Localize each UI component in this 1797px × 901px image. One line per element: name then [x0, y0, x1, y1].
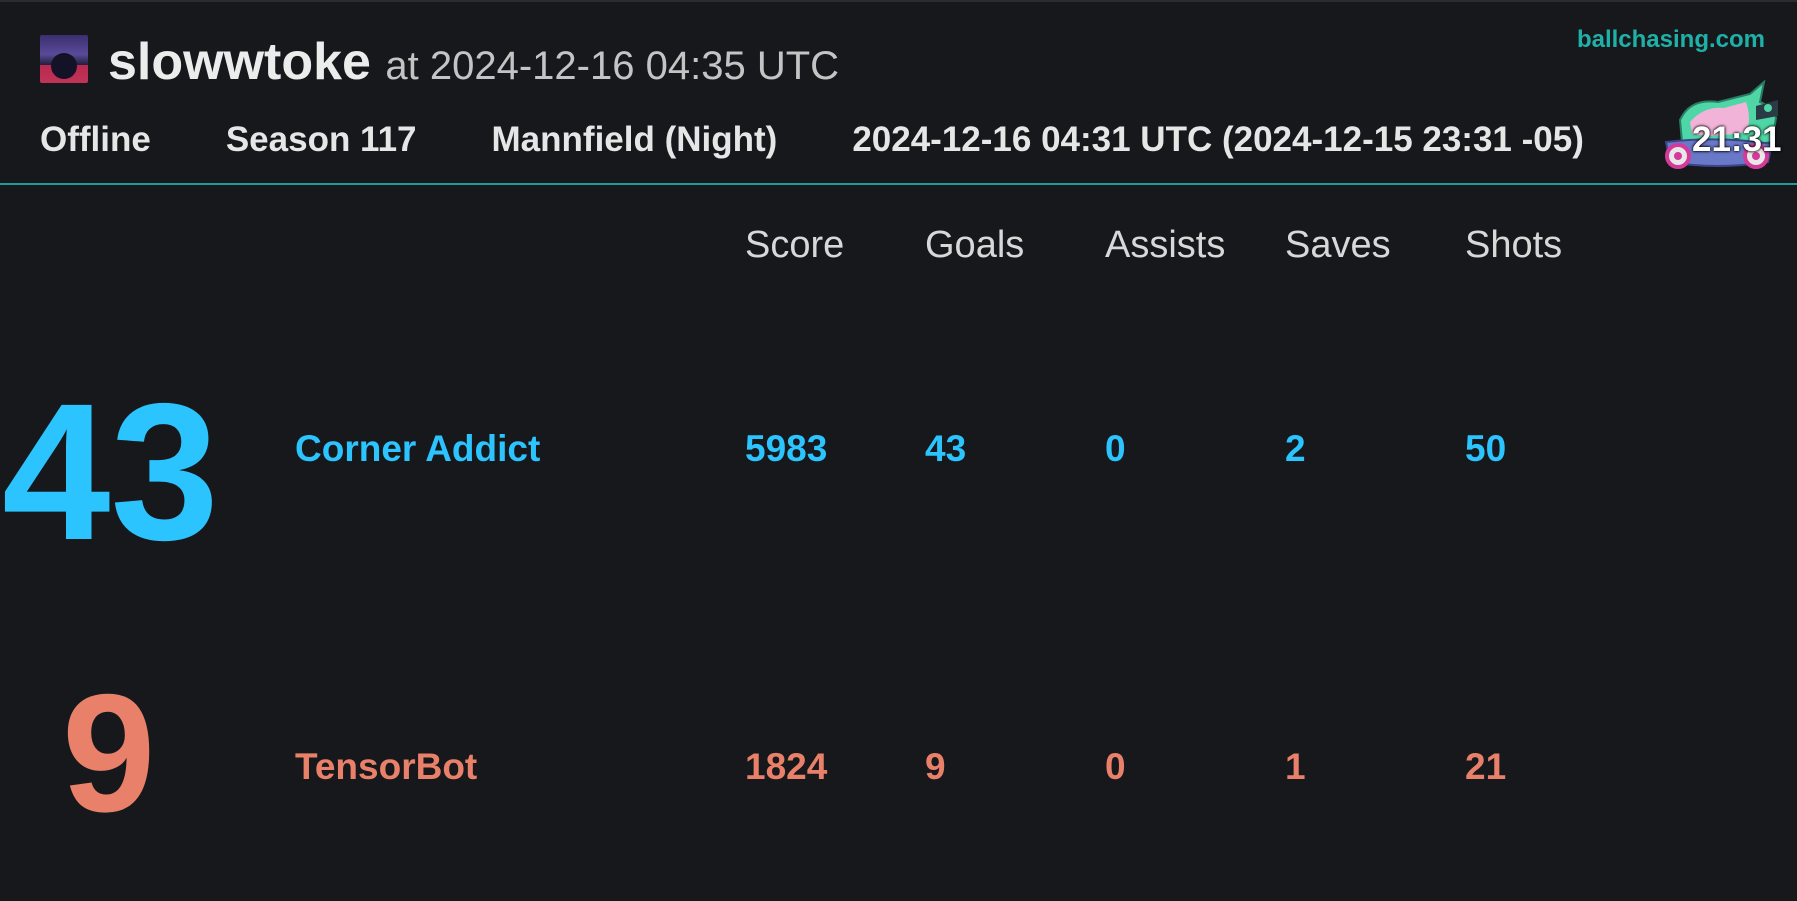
stat-saves: 1 — [1285, 746, 1306, 787]
stat-shots: 21 — [1465, 746, 1507, 787]
avatar[interactable] — [40, 35, 88, 83]
stat-score: 1824 — [745, 746, 828, 787]
stat-goals: 43 — [925, 428, 967, 469]
column-header-shots[interactable]: Shots — [1465, 224, 1562, 267]
player-name[interactable]: slowwtoke — [108, 33, 371, 91]
season-label: Season 117 — [225, 120, 417, 159]
stat-saves: 2 — [1285, 428, 1306, 469]
player-name-link[interactable]: Corner Addict — [295, 428, 540, 470]
title-timestamp: at 2024-12-16 04:35 UTC — [385, 44, 840, 88]
stat-score: 5983 — [745, 428, 828, 469]
ballchasing-link[interactable]: ballchasing.com — [1577, 26, 1765, 54]
duration-label: 21:31 — [1692, 120, 1782, 159]
playlist-label: Offline — [40, 120, 151, 159]
team-goals-big: 9 — [62, 659, 156, 847]
page-title: slowwtoke at 2024-12-16 04:35 UTC — [108, 32, 839, 92]
column-header-assists[interactable]: Assists — [1105, 224, 1225, 267]
scoreboard-page: slowwtoke at 2024-12-16 04:35 UTC ballch… — [0, 0, 1797, 901]
replay-header: slowwtoke at 2024-12-16 04:35 UTC ballch… — [0, 2, 1797, 185]
map-label: Mannfield (Night) — [491, 120, 778, 159]
stat-assists: 0 — [1105, 746, 1126, 787]
column-header-score[interactable]: Score — [745, 224, 844, 267]
player-name-link[interactable]: TensorBot — [295, 746, 477, 788]
team-goals-big: 43 — [2, 363, 219, 581]
stat-assists: 0 — [1105, 428, 1126, 469]
column-header-saves[interactable]: Saves — [1285, 224, 1391, 267]
avatar-moon-shape — [51, 53, 77, 79]
date-label: 2024-12-16 04:31 UTC (2024-12-15 23:31 -… — [852, 120, 1584, 159]
replay-meta-row: Offline Season 117 Mannfield (Night) 202… — [40, 120, 1584, 160]
stat-shots: 50 — [1465, 428, 1507, 469]
stat-goals: 9 — [925, 746, 946, 787]
column-header-goals[interactable]: Goals — [925, 224, 1024, 267]
